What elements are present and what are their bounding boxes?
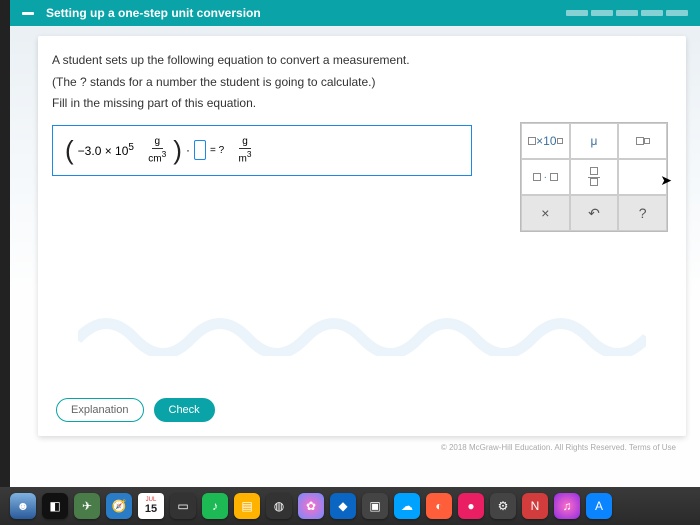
dock-app[interactable]: N	[522, 493, 548, 519]
problem-card: A student sets up the following equation…	[38, 36, 686, 436]
lhs-unit: g cm3	[145, 136, 169, 165]
dock-app[interactable]: ⚙	[490, 493, 516, 519]
equation-input-area[interactable]: ( −3.0 × 105 g cm3 ) · = ? g m3	[52, 125, 472, 176]
key-help[interactable]: ?	[618, 195, 667, 231]
watermark	[78, 296, 646, 356]
macos-dock: ☻ ◧ ✈ 🧭 JUL15 ▭ ♪ ▤ ◍ ✿ ◆ ▣ ☁ ◐ ● ⚙ N ♫ …	[0, 487, 700, 525]
dock-photos[interactable]: ✿	[298, 493, 324, 519]
dock-calendar[interactable]: JUL15	[138, 493, 164, 519]
dock-app[interactable]: ◍	[266, 493, 292, 519]
dock-app[interactable]: ✈	[74, 493, 100, 519]
dock-safari[interactable]: 🧭	[106, 493, 132, 519]
dock-app[interactable]: ●	[458, 493, 484, 519]
math-keypad: ×10 μ · × ↶ ?	[520, 122, 668, 232]
dock-app[interactable]: ▭	[170, 493, 196, 519]
key-fraction[interactable]	[570, 159, 619, 195]
dock-app[interactable]: ◆	[330, 493, 356, 519]
dock-finder[interactable]: ☻	[10, 493, 36, 519]
dock-app[interactable]: ◐	[426, 493, 452, 519]
explanation-button[interactable]: Explanation	[56, 398, 144, 422]
key-undo[interactable]: ↶	[570, 195, 619, 231]
dock-app[interactable]: ▤	[234, 493, 260, 519]
problem-line-2: (The ? stands for a number the student i…	[52, 72, 672, 94]
key-power-of-ten[interactable]: ×10	[521, 123, 570, 159]
problem-line-1: A student sets up the following equation…	[52, 50, 672, 72]
answer-blank[interactable]	[194, 140, 206, 160]
key-blank	[618, 159, 667, 195]
menu-icon[interactable]	[22, 12, 34, 15]
key-exponent-box[interactable]	[618, 123, 667, 159]
rhs-unit: g m3	[235, 136, 254, 165]
dock-app[interactable]: ▣	[362, 493, 388, 519]
dock-app[interactable]: ◧	[42, 493, 68, 519]
key-clear[interactable]: ×	[521, 195, 570, 231]
equals-question: = ?	[210, 145, 224, 156]
key-micro[interactable]: μ	[570, 123, 619, 159]
dock-spotify[interactable]: ♪	[202, 493, 228, 519]
check-button[interactable]: Check	[154, 398, 215, 422]
dock-app[interactable]: ☁	[394, 493, 420, 519]
page-title: Setting up a one-step unit conversion	[46, 6, 261, 20]
key-multiply-boxes[interactable]: ·	[521, 159, 570, 195]
dock-appstore[interactable]: A	[586, 493, 612, 519]
copyright-text: © 2018 McGraw-Hill Education. All Rights…	[441, 443, 676, 452]
problem-line-3: Fill in the missing part of this equatio…	[52, 93, 672, 115]
dock-itunes[interactable]: ♫	[554, 493, 580, 519]
lhs-coeff: −3.0 × 105	[78, 142, 134, 158]
middle-dot: ·	[186, 143, 190, 157]
progress-bar	[566, 10, 688, 16]
